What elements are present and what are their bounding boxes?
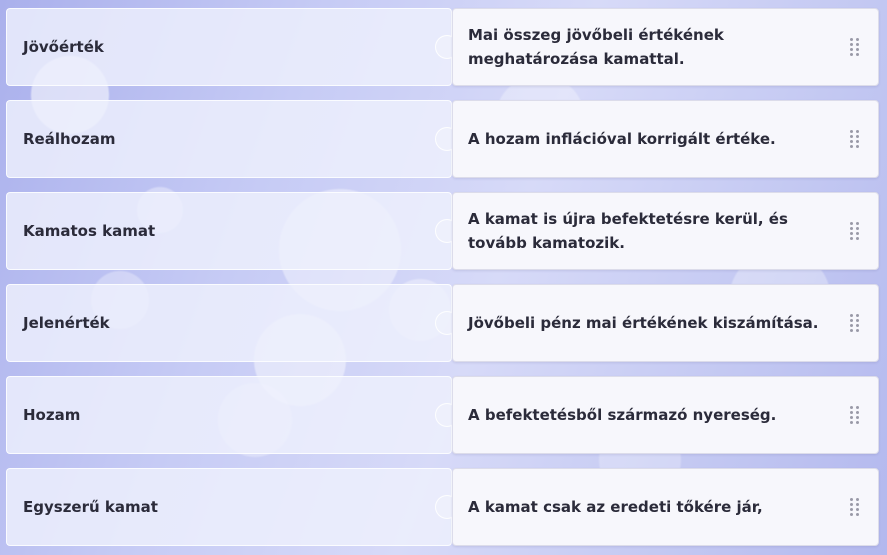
term-card: Jövőérték bbox=[6, 8, 452, 86]
term-card: Egyszerű kamat bbox=[6, 468, 452, 546]
match-row: Egyszerű kamat A kamat csak az eredeti t… bbox=[6, 468, 879, 546]
term-card: Jelenérték bbox=[6, 284, 452, 362]
definition-card[interactable]: A kamat csak az eredeti tőkére jár, bbox=[452, 468, 879, 546]
match-row: Hozam A befektetésből származó nyereség. bbox=[6, 376, 879, 454]
match-row: Kamatos kamat A kamat is újra befektetés… bbox=[6, 192, 879, 270]
definition-text: A kamat csak az eredeti tőkére jár, bbox=[468, 498, 763, 516]
term-card: Reálhozam bbox=[6, 100, 452, 178]
drag-handle-icon[interactable] bbox=[850, 406, 860, 426]
definition-card[interactable]: A kamat is újra befektetésre kerül, és t… bbox=[452, 192, 879, 270]
match-row: Jövőérték Mai összeg jövőbeli értékének … bbox=[6, 8, 879, 86]
term-label: Kamatos kamat bbox=[23, 222, 156, 240]
term-card: Kamatos kamat bbox=[6, 192, 452, 270]
term-label: Hozam bbox=[23, 406, 81, 424]
definition-text: A kamat is újra befektetésre kerül, és t… bbox=[468, 210, 788, 252]
drag-handle-icon[interactable] bbox=[850, 38, 860, 58]
definition-card[interactable]: A befektetésből származó nyereség. bbox=[452, 376, 879, 454]
term-label: Jövőérték bbox=[23, 38, 104, 56]
drag-handle-icon[interactable] bbox=[850, 222, 860, 242]
match-row: Jelenérték Jövőbeli pénz mai értékének k… bbox=[6, 284, 879, 362]
term-label: Egyszerű kamat bbox=[23, 498, 158, 516]
drag-handle-icon[interactable] bbox=[850, 130, 860, 150]
definition-card[interactable]: Jövőbeli pénz mai értékének kiszámítása. bbox=[452, 284, 879, 362]
term-label: Reálhozam bbox=[23, 130, 116, 148]
definition-text: A befektetésből származó nyereség. bbox=[468, 406, 777, 424]
term-card: Hozam bbox=[6, 376, 452, 454]
term-label: Jelenérték bbox=[23, 314, 110, 332]
definition-text: Jövőbeli pénz mai értékének kiszámítása. bbox=[468, 314, 819, 332]
drag-handle-icon[interactable] bbox=[850, 314, 860, 334]
definition-card[interactable]: Mai összeg jövőbeli értékének meghatároz… bbox=[452, 8, 879, 86]
match-row: Reálhozam A hozam inflációval korrigált … bbox=[6, 100, 879, 178]
drag-handle-icon[interactable] bbox=[850, 498, 860, 518]
matching-list: Jövőérték Mai összeg jövőbeli értékének … bbox=[6, 8, 879, 555]
definition-text: A hozam inflációval korrigált értéke. bbox=[468, 130, 776, 148]
definition-card[interactable]: A hozam inflációval korrigált értéke. bbox=[452, 100, 879, 178]
definition-text: Mai összeg jövőbeli értékének meghatároz… bbox=[468, 26, 724, 68]
